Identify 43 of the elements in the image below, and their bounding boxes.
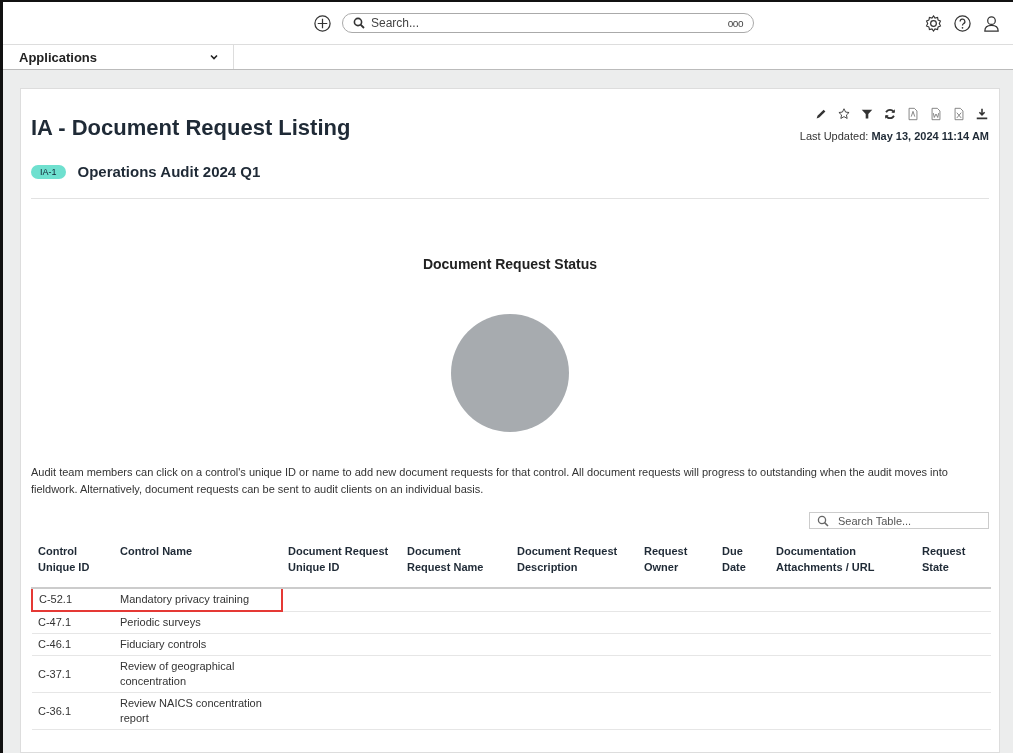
column-header[interactable]: Document Request Name: [401, 535, 511, 588]
add-icon[interactable]: [313, 13, 332, 33]
pdf-file-icon[interactable]: [906, 107, 920, 121]
control-id-cell[interactable]: C-52.1: [32, 588, 114, 611]
table-search-field[interactable]: Search Table...: [809, 512, 989, 529]
applications-dropdown[interactable]: Applications: [3, 45, 234, 69]
control-id-cell[interactable]: C-36.1: [32, 692, 114, 730]
control-name-cell[interactable]: Review of geographical concentration: [114, 655, 282, 693]
column-header[interactable]: Documentation Attachments / URL: [770, 535, 916, 588]
control-name-cell[interactable]: Review NAICS concentration report: [114, 692, 282, 730]
page-title: IA - Document Request Listing: [31, 115, 351, 141]
column-header[interactable]: Document Request Unique ID: [282, 535, 401, 588]
excel-file-icon[interactable]: [952, 107, 966, 121]
download-icon[interactable]: [975, 107, 989, 121]
chevron-down-icon: [209, 52, 219, 62]
control-name-cell[interactable]: Mandatory privacy training: [114, 588, 282, 611]
user-icon[interactable]: [982, 13, 1001, 33]
column-header[interactable]: Request Owner: [638, 535, 716, 588]
column-header[interactable]: Control Name: [114, 535, 282, 588]
edit-icon[interactable]: [814, 107, 828, 121]
star-icon[interactable]: [837, 107, 851, 121]
column-header[interactable]: Control Unique ID: [32, 535, 114, 588]
control-id-cell[interactable]: C-46.1: [32, 633, 114, 656]
audit-name: Operations Audit 2024 Q1: [77, 163, 261, 180]
audit-tag: IA-1: [31, 164, 66, 179]
more-options-button[interactable]: ooo: [727, 17, 743, 29]
settings-icon[interactable]: [924, 13, 943, 33]
chart-title: Document Request Status: [422, 256, 598, 272]
word-file-icon[interactable]: [929, 107, 943, 121]
control-name-cell[interactable]: Fiduciary controls: [114, 633, 282, 656]
control-name-cell[interactable]: Periodic surveys: [114, 611, 282, 634]
help-icon[interactable]: [953, 13, 972, 33]
control-id-cell[interactable]: C-47.1: [32, 611, 114, 634]
filter-icon[interactable]: [860, 107, 874, 121]
column-header[interactable]: Request State: [916, 535, 991, 588]
refresh-icon[interactable]: [883, 107, 897, 121]
last-updated-text: Last Updated: May 13, 2024 11:14 AM: [799, 130, 989, 142]
description-text: Audit team members can click on a control's unique ID or name to add new document requests for that control. All document requests will progress to outstanding when the audit moves into fieldwork. Alternatively, document requests can be sent to audit clients on an individual basis.: [31, 465, 949, 497]
search-icon: [817, 515, 829, 527]
column-header[interactable]: Document Request Description: [511, 535, 638, 588]
column-header[interactable]: Due Date: [716, 535, 770, 588]
search-icon: [353, 17, 365, 29]
control-id-cell[interactable]: C-37.1: [32, 655, 114, 693]
